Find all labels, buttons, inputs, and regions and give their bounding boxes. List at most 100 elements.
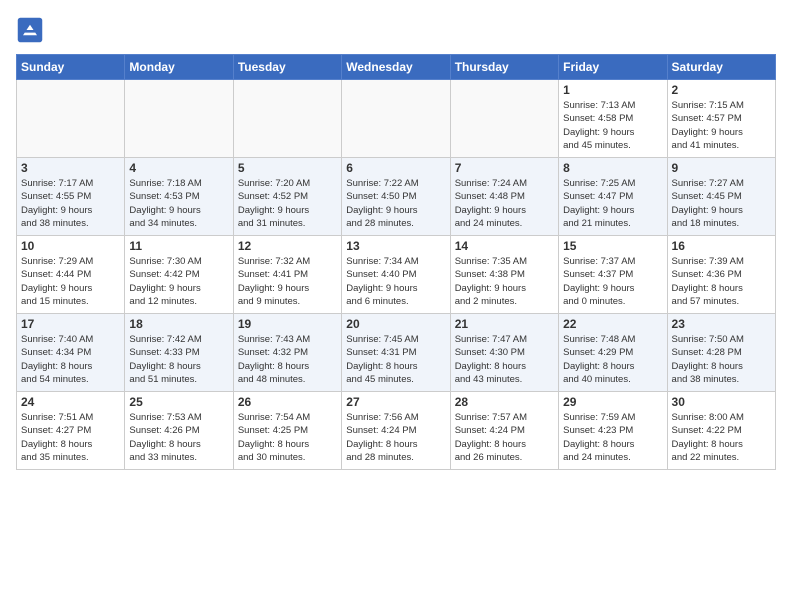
day-number: 16 (672, 239, 771, 253)
day-number: 2 (672, 83, 771, 97)
calendar-cell: 3 Sunrise: 7:17 AM Sunset: 4:55 PM Daylig… (17, 158, 125, 236)
day-info: Sunrise: 7:40 AM Sunset: 4:34 PM Dayligh… (21, 333, 120, 386)
calendar-table: SundayMondayTuesdayWednesdayThursdayFrid… (16, 54, 776, 470)
calendar-cell: 1Sunrise: 7:13 AM Sunset: 4:58 PM Daylig… (559, 80, 667, 158)
day-number: 10 (21, 239, 120, 253)
day-info: Sunrise: 8:00 AM Sunset: 4:22 PM Dayligh… (672, 411, 771, 464)
calendar-cell: 20 Sunrise: 7:45 AM Sunset: 4:31 PM Dayli… (342, 314, 450, 392)
logo (16, 16, 46, 44)
weekday-header-saturday: Saturday (667, 55, 775, 80)
day-number: 24 (21, 395, 120, 409)
calendar-week-row: 3 Sunrise: 7:17 AM Sunset: 4:55 PM Daylig… (17, 158, 776, 236)
day-info: Sunrise: 7:20 AM Sunset: 4:52 PM Dayligh… (238, 177, 337, 230)
day-info: Sunrise: 7:51 AM Sunset: 4:27 PM Dayligh… (21, 411, 120, 464)
day-info: Sunrise: 7:39 AM Sunset: 4:36 PM Dayligh… (672, 255, 771, 308)
day-info: Sunrise: 7:50 AM Sunset: 4:28 PM Dayligh… (672, 333, 771, 386)
page: SundayMondayTuesdayWednesdayThursdayFrid… (0, 0, 792, 478)
day-number: 30 (672, 395, 771, 409)
day-number: 17 (21, 317, 120, 331)
calendar-week-row: 17 Sunrise: 7:40 AM Sunset: 4:34 PM Dayli… (17, 314, 776, 392)
day-info: Sunrise: 7:29 AM Sunset: 4:44 PM Dayligh… (21, 255, 120, 308)
day-info: Sunrise: 7:27 AM Sunset: 4:45 PM Dayligh… (672, 177, 771, 230)
calendar-cell (125, 80, 233, 158)
day-number: 25 (129, 395, 228, 409)
calendar-cell: 19 Sunrise: 7:43 AM Sunset: 4:32 PM Dayli… (233, 314, 341, 392)
day-info: Sunrise: 7:45 AM Sunset: 4:31 PM Dayligh… (346, 333, 445, 386)
calendar-cell: 28 Sunrise: 7:57 AM Sunset: 4:24 PM Dayli… (450, 392, 558, 470)
day-number: 18 (129, 317, 228, 331)
calendar-cell: 18 Sunrise: 7:42 AM Sunset: 4:33 PM Dayli… (125, 314, 233, 392)
day-number: 13 (346, 239, 445, 253)
day-info: Sunrise: 7:25 AM Sunset: 4:47 PM Dayligh… (563, 177, 662, 230)
calendar-cell: 22 Sunrise: 7:48 AM Sunset: 4:29 PM Dayli… (559, 314, 667, 392)
calendar-cell: 29Sunrise: 7:59 AM Sunset: 4:23 PM Dayli… (559, 392, 667, 470)
day-info: Sunrise: 7:34 AM Sunset: 4:40 PM Dayligh… (346, 255, 445, 308)
day-info: Sunrise: 7:22 AM Sunset: 4:50 PM Dayligh… (346, 177, 445, 230)
calendar-cell: 5Sunrise: 7:20 AM Sunset: 4:52 PM Daylig… (233, 158, 341, 236)
calendar-week-row: 10 Sunrise: 7:29 AM Sunset: 4:44 PM Dayli… (17, 236, 776, 314)
weekday-header-row: SundayMondayTuesdayWednesdayThursdayFrid… (17, 55, 776, 80)
weekday-header-friday: Friday (559, 55, 667, 80)
day-info: Sunrise: 7:56 AM Sunset: 4:24 PM Dayligh… (346, 411, 445, 464)
day-number: 4 (129, 161, 228, 175)
weekday-header-thursday: Thursday (450, 55, 558, 80)
weekday-header-sunday: Sunday (17, 55, 125, 80)
logo-icon (16, 16, 44, 44)
day-info: Sunrise: 7:24 AM Sunset: 4:48 PM Dayligh… (455, 177, 554, 230)
calendar-cell: 9 Sunrise: 7:27 AM Sunset: 4:45 PM Daylig… (667, 158, 775, 236)
day-info: Sunrise: 7:47 AM Sunset: 4:30 PM Dayligh… (455, 333, 554, 386)
day-number: 12 (238, 239, 337, 253)
calendar-cell: 17 Sunrise: 7:40 AM Sunset: 4:34 PM Dayli… (17, 314, 125, 392)
weekday-header-tuesday: Tuesday (233, 55, 341, 80)
weekday-header-monday: Monday (125, 55, 233, 80)
day-number: 26 (238, 395, 337, 409)
calendar-cell: 16 Sunrise: 7:39 AM Sunset: 4:36 PM Dayli… (667, 236, 775, 314)
day-number: 6 (346, 161, 445, 175)
calendar-cell: 24 Sunrise: 7:51 AM Sunset: 4:27 PM Dayli… (17, 392, 125, 470)
day-number: 22 (563, 317, 662, 331)
day-info: Sunrise: 7:59 AM Sunset: 4:23 PM Dayligh… (563, 411, 662, 464)
calendar-cell (342, 80, 450, 158)
day-info: Sunrise: 7:18 AM Sunset: 4:53 PM Dayligh… (129, 177, 228, 230)
calendar-cell: 6 Sunrise: 7:22 AM Sunset: 4:50 PM Daylig… (342, 158, 450, 236)
day-number: 15 (563, 239, 662, 253)
day-number: 21 (455, 317, 554, 331)
day-number: 7 (455, 161, 554, 175)
day-info: Sunrise: 7:57 AM Sunset: 4:24 PM Dayligh… (455, 411, 554, 464)
calendar-cell: 13 Sunrise: 7:34 AM Sunset: 4:40 PM Dayli… (342, 236, 450, 314)
day-number: 28 (455, 395, 554, 409)
day-number: 9 (672, 161, 771, 175)
day-number: 19 (238, 317, 337, 331)
day-info: Sunrise: 7:53 AM Sunset: 4:26 PM Dayligh… (129, 411, 228, 464)
calendar-cell: 25 Sunrise: 7:53 AM Sunset: 4:26 PM Dayli… (125, 392, 233, 470)
day-number: 8 (563, 161, 662, 175)
day-info: Sunrise: 7:17 AM Sunset: 4:55 PM Dayligh… (21, 177, 120, 230)
calendar-week-row: 1Sunrise: 7:13 AM Sunset: 4:58 PM Daylig… (17, 80, 776, 158)
day-info: Sunrise: 7:43 AM Sunset: 4:32 PM Dayligh… (238, 333, 337, 386)
calendar-cell: 8 Sunrise: 7:25 AM Sunset: 4:47 PM Daylig… (559, 158, 667, 236)
day-info: Sunrise: 7:35 AM Sunset: 4:38 PM Dayligh… (455, 255, 554, 308)
calendar-cell: 27 Sunrise: 7:56 AM Sunset: 4:24 PM Dayli… (342, 392, 450, 470)
calendar-cell: 11Sunrise: 7:30 AM Sunset: 4:42 PM Dayli… (125, 236, 233, 314)
calendar-cell: 23Sunrise: 7:50 AM Sunset: 4:28 PM Dayli… (667, 314, 775, 392)
calendar-cell (233, 80, 341, 158)
calendar-cell: 4 Sunrise: 7:18 AM Sunset: 4:53 PM Daylig… (125, 158, 233, 236)
calendar-cell: 10 Sunrise: 7:29 AM Sunset: 4:44 PM Dayli… (17, 236, 125, 314)
calendar-cell: 30 Sunrise: 8:00 AM Sunset: 4:22 PM Dayli… (667, 392, 775, 470)
day-number: 11 (129, 239, 228, 253)
calendar-cell: 26 Sunrise: 7:54 AM Sunset: 4:25 PM Dayli… (233, 392, 341, 470)
day-info: Sunrise: 7:32 AM Sunset: 4:41 PM Dayligh… (238, 255, 337, 308)
calendar-cell: 12 Sunrise: 7:32 AM Sunset: 4:41 PM Dayli… (233, 236, 341, 314)
day-info: Sunrise: 7:54 AM Sunset: 4:25 PM Dayligh… (238, 411, 337, 464)
calendar-cell: 15Sunrise: 7:37 AM Sunset: 4:37 PM Dayli… (559, 236, 667, 314)
calendar-cell: 21 Sunrise: 7:47 AM Sunset: 4:30 PM Dayli… (450, 314, 558, 392)
day-number: 20 (346, 317, 445, 331)
day-info: Sunrise: 7:48 AM Sunset: 4:29 PM Dayligh… (563, 333, 662, 386)
day-number: 3 (21, 161, 120, 175)
calendar-week-row: 24 Sunrise: 7:51 AM Sunset: 4:27 PM Dayli… (17, 392, 776, 470)
day-info: Sunrise: 7:15 AM Sunset: 4:57 PM Dayligh… (672, 99, 771, 152)
day-info: Sunrise: 7:13 AM Sunset: 4:58 PM Dayligh… (563, 99, 662, 152)
day-info: Sunrise: 7:42 AM Sunset: 4:33 PM Dayligh… (129, 333, 228, 386)
calendar-cell (450, 80, 558, 158)
day-number: 27 (346, 395, 445, 409)
